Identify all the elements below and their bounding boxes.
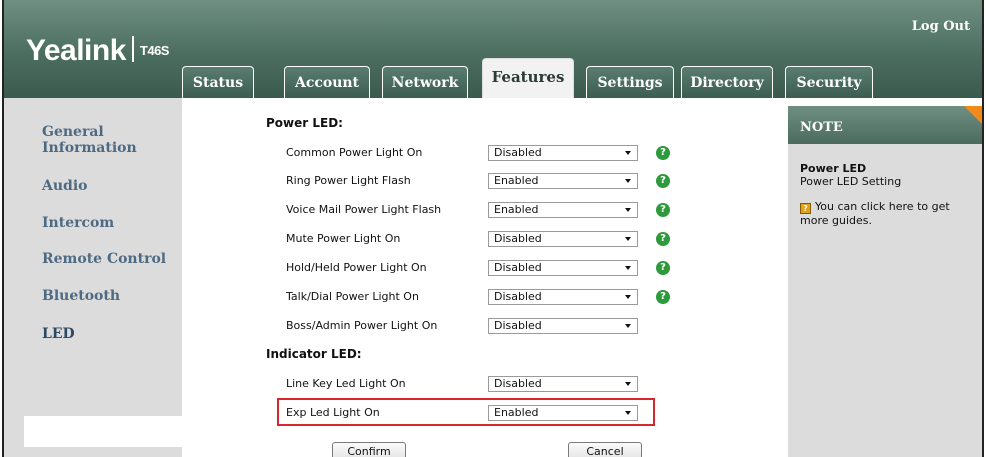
header-bar: Yealink T46S Log Out Status Account Netwo… [4,0,982,98]
indicator-led-heading: Indicator LED: [266,347,362,361]
logo-divider [131,36,134,63]
voice-mail-power-light-label: Voice Mail Power Light Flash [286,203,442,216]
chevron-down-icon [625,295,631,299]
chevron-down-icon [625,382,631,386]
led-settings-panel: Power LED: Common Power Light On Disable… [182,98,772,457]
chevron-down-icon [625,151,631,155]
sidebar-item-general-information[interactable]: General Information [42,124,152,156]
browser-frame: Yealink T46S Log Out Status Account Netwo… [2,0,984,457]
boss-admin-power-light-label: Boss/Admin Power Light On [286,319,438,332]
voice-mail-power-light-value: Enabled [494,203,539,216]
note-panel: NOTE Power LED Power LED Setting ? You ca… [788,106,982,457]
tab-settings[interactable]: Settings [586,66,674,98]
help-icon[interactable]: ? [656,261,670,275]
left-sidebar: General Information Audio Intercom Remot… [4,98,182,457]
note-heading: Power LED [800,162,867,175]
sidebar-active-highlight [24,416,182,447]
note-subheading: Power LED Setting [800,175,902,188]
cancel-button[interactable]: Cancel [568,442,642,457]
hold-held-power-light-label: Hold/Held Power Light On [286,261,427,274]
boss-admin-power-light-value: Disabled [494,319,542,332]
hold-held-power-light-value: Disabled [494,261,542,274]
tab-network[interactable]: Network [382,66,468,98]
boss-admin-power-light-select[interactable]: Disabled [488,318,638,334]
note-corner-icon [964,106,982,124]
mute-power-light-value: Disabled [494,232,542,245]
tab-features[interactable]: Features [482,58,574,98]
sidebar-item-intercom[interactable]: Intercom [42,215,114,231]
ring-power-light-value: Enabled [494,174,539,187]
tab-status[interactable]: Status [182,66,254,98]
note-body: Power LED Power LED Setting ? You can cli… [800,162,976,227]
note-header: NOTE [788,106,982,144]
sidebar-item-remote-control[interactable]: Remote Control [42,251,166,267]
common-power-light-value: Disabled [494,146,542,159]
ring-power-light-label: Ring Power Light Flash [286,174,411,187]
line-key-led-label: Line Key Led Light On [286,377,406,390]
line-key-led-select[interactable]: Disabled [488,376,638,392]
help-icon[interactable]: ? [656,232,670,246]
exp-led-value: Enabled [494,406,539,419]
brand-name: Yealink [26,34,126,67]
chevron-down-icon [625,208,631,212]
guide-link[interactable]: ? You can click here to get more guides. [800,200,976,227]
talk-dial-power-light-value: Disabled [494,290,542,303]
sidebar-item-audio[interactable]: Audio [42,178,88,194]
mute-power-light-select[interactable]: Disabled [488,231,638,247]
talk-dial-power-light-select[interactable]: Disabled [488,289,638,305]
confirm-button[interactable]: Confirm [332,442,406,457]
tab-account[interactable]: Account [284,66,370,98]
chevron-down-icon [625,411,631,415]
help-icon[interactable]: ? [656,290,670,304]
talk-dial-power-light-label: Talk/Dial Power Light On [286,290,419,303]
hold-held-power-light-select[interactable]: Disabled [488,260,638,276]
voice-mail-power-light-select[interactable]: Enabled [488,202,638,218]
help-icon[interactable]: ? [656,203,670,217]
exp-led-select[interactable]: Enabled [488,405,638,421]
chevron-down-icon [625,179,631,183]
line-key-led-value: Disabled [494,377,542,390]
logout-link[interactable]: Log Out [912,19,970,34]
guide-text[interactable]: You can click here to get more guides. [800,200,950,227]
yealink-logo: Yealink T46S [26,34,169,68]
tab-directory[interactable]: Directory [681,66,773,98]
chevron-down-icon [625,266,631,270]
help-icon[interactable]: ? [656,146,670,160]
note-title: NOTE [800,120,843,135]
guide-book-icon: ? [800,203,811,214]
model-name: T46S [139,42,170,58]
exp-led-label: Exp Led Light On [286,406,380,419]
sidebar-item-led[interactable]: LED [42,326,75,342]
help-icon[interactable]: ? [656,174,670,188]
ring-power-light-select[interactable]: Enabled [488,173,638,189]
chevron-down-icon [625,237,631,241]
sidebar-item-bluetooth[interactable]: Bluetooth [42,288,120,304]
power-led-heading: Power LED: [266,116,343,130]
mute-power-light-label: Mute Power Light On [286,232,401,245]
chevron-down-icon [625,324,631,328]
common-power-light-label: Common Power Light On [286,146,423,159]
common-power-light-select[interactable]: Disabled [488,145,638,161]
tab-security[interactable]: Security [785,66,873,98]
